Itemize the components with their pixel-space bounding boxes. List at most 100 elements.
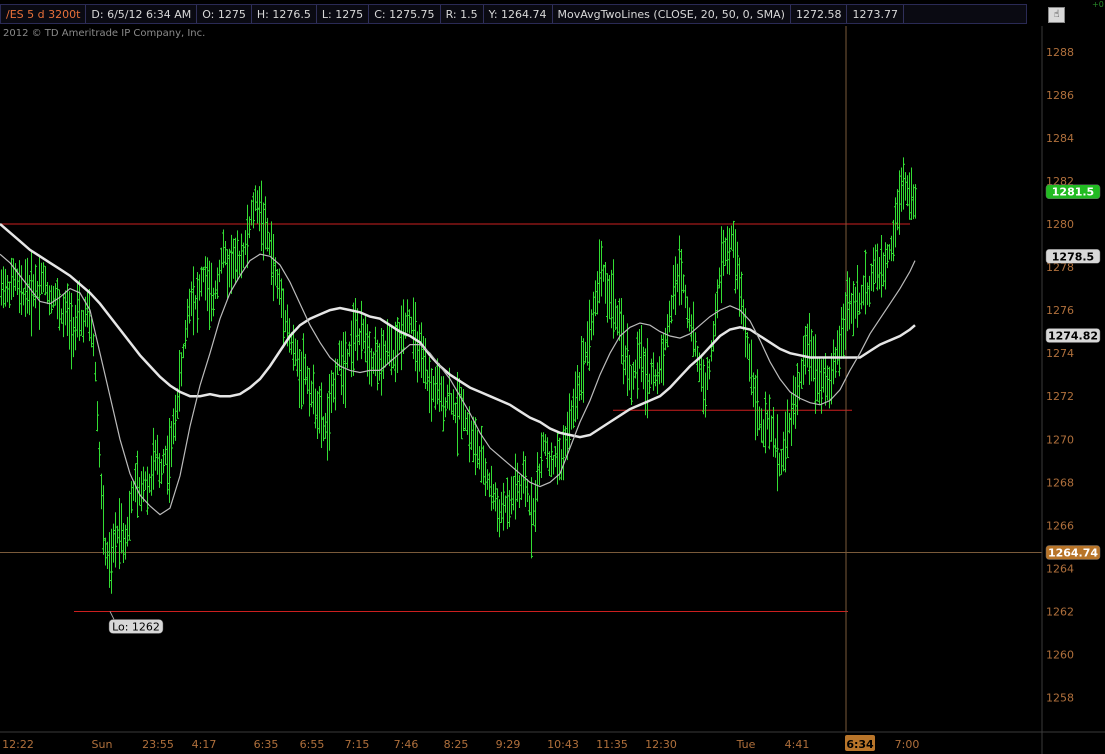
price-bar bbox=[164, 445, 167, 465]
price-bar bbox=[884, 242, 887, 290]
price-bar bbox=[886, 244, 889, 269]
x-tick-label: Tue bbox=[736, 738, 756, 751]
price-bar bbox=[250, 199, 253, 226]
price-bar bbox=[632, 361, 635, 390]
price-bar bbox=[626, 323, 629, 397]
price-bar bbox=[784, 411, 787, 473]
price-bar bbox=[582, 338, 585, 403]
price-bar bbox=[268, 232, 271, 256]
price-bar bbox=[210, 262, 213, 322]
price-bar bbox=[864, 249, 867, 315]
price-bar bbox=[234, 237, 237, 285]
price-bar bbox=[796, 363, 799, 416]
price-bar bbox=[130, 481, 133, 514]
price-bar bbox=[390, 327, 393, 376]
price-bar bbox=[302, 333, 305, 405]
price-bar bbox=[684, 284, 687, 309]
price-bar bbox=[270, 221, 273, 286]
x-tick-label: 7:00 bbox=[895, 738, 920, 751]
price-bar bbox=[598, 239, 601, 304]
price-bar bbox=[568, 393, 571, 449]
price-bar bbox=[190, 281, 193, 317]
y-tick-label: 1284 bbox=[1046, 132, 1074, 145]
price-bar bbox=[432, 376, 435, 403]
price-bar bbox=[38, 254, 41, 330]
price-bars bbox=[0, 157, 917, 594]
x-tick-label: 11:35 bbox=[596, 738, 628, 751]
price-bar bbox=[506, 477, 509, 530]
price-bar bbox=[78, 280, 81, 341]
price-bar bbox=[822, 358, 825, 393]
price-bar bbox=[44, 266, 47, 296]
low-annotation-text: Lo: 1262 bbox=[112, 620, 160, 633]
price-bar bbox=[224, 240, 227, 266]
price-bar bbox=[440, 376, 443, 412]
price-bar bbox=[640, 324, 643, 383]
price-bar bbox=[384, 340, 387, 368]
price-bar bbox=[658, 356, 661, 385]
price-bar bbox=[786, 399, 789, 458]
price-bar bbox=[354, 298, 357, 352]
price-bar bbox=[754, 374, 757, 441]
price-bar bbox=[628, 354, 631, 391]
price-bar bbox=[340, 340, 343, 396]
price-bar bbox=[262, 202, 265, 261]
price-bar bbox=[30, 249, 33, 337]
price-bar bbox=[72, 316, 75, 358]
price-bar bbox=[198, 274, 201, 301]
price-bar bbox=[364, 313, 367, 363]
price-bar bbox=[622, 314, 625, 385]
y-tick-label: 1272 bbox=[1046, 390, 1074, 403]
price-chart[interactable]: 1288128612841282128012781276127412721270… bbox=[0, 0, 1105, 754]
price-bar bbox=[820, 359, 823, 414]
price-bar bbox=[456, 372, 459, 457]
price-bar bbox=[266, 217, 269, 252]
price-bar bbox=[674, 256, 677, 315]
price-bar bbox=[148, 473, 151, 493]
price-bar bbox=[152, 427, 155, 490]
price-bar bbox=[752, 372, 755, 408]
price-bar bbox=[908, 172, 911, 220]
price-bar bbox=[368, 331, 371, 385]
price-bar bbox=[624, 345, 627, 376]
price-bar bbox=[112, 523, 115, 563]
price-bar bbox=[360, 300, 363, 360]
price-bar bbox=[12, 258, 15, 298]
price-bar bbox=[662, 332, 665, 386]
price-label-text: 1281.5 bbox=[1052, 186, 1094, 199]
price-bar bbox=[530, 477, 533, 559]
price-bar bbox=[594, 280, 597, 317]
price-bar bbox=[382, 330, 385, 380]
price-bar bbox=[740, 271, 743, 325]
price-bar bbox=[802, 335, 805, 385]
price-bar bbox=[64, 290, 67, 326]
price-bar bbox=[256, 190, 259, 224]
price-bar bbox=[572, 388, 575, 429]
price-bar bbox=[914, 184, 917, 219]
price-bar bbox=[140, 471, 143, 512]
price-bar bbox=[358, 328, 361, 346]
price-bar bbox=[0, 269, 3, 306]
price-bar bbox=[196, 271, 199, 333]
price-bar bbox=[462, 389, 465, 432]
price-bar bbox=[700, 354, 703, 392]
price-bar bbox=[656, 362, 659, 395]
price-bar bbox=[810, 329, 813, 382]
price-bar bbox=[344, 331, 347, 409]
x-tick-label: 7:15 bbox=[345, 738, 370, 751]
price-bar bbox=[186, 298, 189, 338]
price-bar bbox=[496, 488, 499, 532]
price-bar bbox=[728, 228, 731, 275]
price-bar bbox=[766, 410, 769, 430]
price-bar bbox=[620, 297, 623, 364]
price-bar bbox=[906, 175, 909, 207]
price-bar bbox=[162, 449, 165, 474]
price-bar bbox=[70, 292, 73, 370]
price-bar bbox=[420, 322, 423, 379]
price-bar bbox=[42, 262, 45, 293]
price-bar bbox=[166, 435, 169, 495]
price-bar bbox=[482, 445, 485, 485]
price-bar bbox=[172, 408, 175, 445]
price-bar bbox=[564, 426, 567, 457]
y-tick-label: 1268 bbox=[1046, 476, 1074, 489]
